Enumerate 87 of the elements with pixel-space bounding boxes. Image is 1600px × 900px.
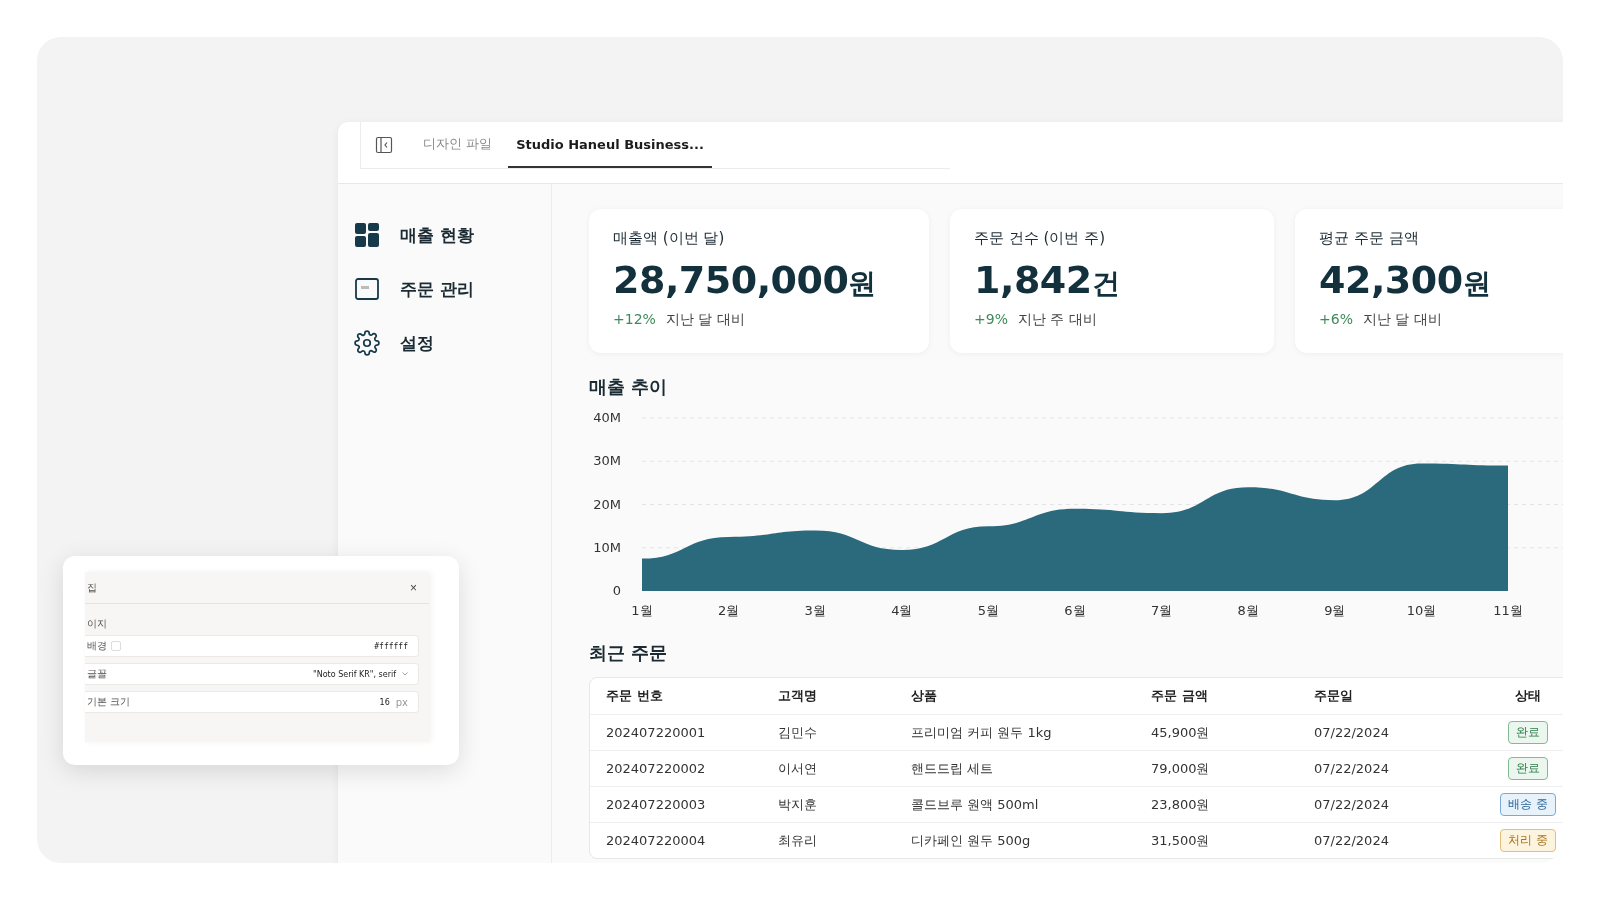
axis-label: 10월 xyxy=(1406,603,1437,618)
sidebar-label: 매출 현황 xyxy=(400,223,474,247)
column-header: 주문일 xyxy=(1314,687,1353,705)
color-swatch[interactable] xyxy=(111,641,121,651)
column-header: 주문 금액 xyxy=(1151,687,1208,705)
axis-label: 30M xyxy=(593,453,621,469)
field-label: 기본 크기 xyxy=(87,695,131,709)
sidebar-label: 설정 xyxy=(400,331,434,355)
table-cell-text: 프리미엄 커피 원두 1kg xyxy=(911,723,1053,742)
stat-value: 42,300원 xyxy=(1319,257,1492,304)
close-button[interactable]: × xyxy=(410,580,417,595)
axis-label: 2월 xyxy=(717,603,740,618)
status-badge: 완료 xyxy=(1508,721,1548,744)
change-note: 지난 달 대비 xyxy=(1362,311,1442,330)
status-badge: 처리 중 xyxy=(1500,829,1556,852)
table-cell-text: 202407220002 xyxy=(606,761,707,776)
column-header: 주문 번호 xyxy=(606,687,663,705)
table-cell-text: 최유리 xyxy=(778,831,818,850)
sidebar-label: 주문 관리 xyxy=(400,277,474,301)
dialog-title: 집 xyxy=(87,580,97,595)
section-title: 매출 추이 xyxy=(589,375,669,399)
axis-label: 9월 xyxy=(1324,603,1346,618)
tab[interactable]: 디자인 파일 xyxy=(415,122,501,168)
change-note: 지난 주 대비 xyxy=(1017,311,1097,330)
table-cell-text: 202407220001 xyxy=(606,725,707,740)
axis-label: 7월 xyxy=(1150,603,1173,618)
column-header: 고객명 xyxy=(778,687,817,705)
stat-value: 28,750,000원 xyxy=(613,257,877,304)
table-cell-text: 김민수 xyxy=(778,723,818,742)
change-percent: +12% xyxy=(613,311,656,330)
axis-label: 1월 xyxy=(631,603,653,618)
field-label: 배경 xyxy=(87,639,107,653)
section-title: 최근 주문 xyxy=(589,641,669,665)
axis-label: 5월 xyxy=(977,603,1000,618)
stat-value: 1,842건 xyxy=(974,257,1121,304)
sidebar-item[interactable]: 설정 xyxy=(354,330,551,356)
axis-label: 3월 xyxy=(804,603,826,618)
stat-title: 매출액 (이번 달) xyxy=(613,229,726,248)
stat-title: 주문 건수 (이번 주) xyxy=(974,229,1106,248)
change-percent: +6% xyxy=(1319,311,1353,330)
sidebar-item[interactable]: 매출 현황 xyxy=(354,222,551,248)
sidebar-toggle-icon[interactable] xyxy=(375,136,393,154)
status-badge: 완료 xyxy=(1508,757,1548,780)
stat-title: 평균 주문 금액 xyxy=(1319,229,1420,248)
axis-label: 6월 xyxy=(1064,603,1086,618)
axis-label: 40M xyxy=(593,410,621,425)
table-cell-text: 79,000원 xyxy=(1151,759,1211,778)
table-cell-text: 23,800원 xyxy=(1151,795,1211,814)
axis-label: 8월 xyxy=(1237,603,1259,618)
field-label: 글꼴 xyxy=(87,667,107,681)
setting-field[interactable]: 글꼴 "Noto Serif KR", serif xyxy=(85,663,419,685)
field-value: "Noto Serif KR", serif xyxy=(313,669,396,679)
axis-label: 0 xyxy=(612,583,621,598)
axis-label: 10M xyxy=(593,539,621,555)
sidebar-item[interactable]: 주문 관리 xyxy=(354,276,551,302)
caret-icon xyxy=(402,672,408,676)
axis-label: 20M xyxy=(593,496,621,512)
table-cell-text: 07/22/2024 xyxy=(1314,761,1390,776)
field-value: 16 xyxy=(379,697,390,707)
table-cell-text: 07/22/2024 xyxy=(1314,833,1390,848)
setting-field[interactable]: 배경 #ffffff xyxy=(85,635,419,657)
table-cell-text: 박지훈 xyxy=(778,795,818,814)
column-header: 상품 xyxy=(911,687,937,705)
unit-label: px xyxy=(395,696,408,708)
table-cell-text: 45,900원 xyxy=(1151,723,1211,742)
table-cell-text: 디카페인 원두 500g xyxy=(911,831,1032,850)
column-header: 상태 xyxy=(1515,687,1541,705)
axis-label: 11월 xyxy=(1493,603,1523,618)
status-badge: 배송 중 xyxy=(1500,793,1556,816)
dashboard-icon xyxy=(354,222,380,248)
table-cell-text: 202407220004 xyxy=(606,833,707,848)
tab[interactable]: Studio Haneul Business... xyxy=(508,122,712,168)
table-cell-text: 콜드브루 원액 500ml xyxy=(911,795,1040,814)
section-label: 이지 xyxy=(87,618,107,629)
table-cell-text: 07/22/2024 xyxy=(1314,797,1390,812)
table-cell-text: 이서연 xyxy=(778,759,818,778)
field-value: #ffffff xyxy=(374,641,408,651)
settings-icon xyxy=(354,330,380,356)
table-cell-text: 202407220003 xyxy=(606,797,707,812)
table-cell-text: 31,500원 xyxy=(1151,831,1211,850)
table-cell-text: 핸드드립 세트 xyxy=(911,759,995,778)
change-percent: +9% xyxy=(974,311,1008,330)
setting-field[interactable]: 기본 크기 16 px xyxy=(85,691,419,713)
axis-label: 4월 xyxy=(891,603,913,618)
window-icon xyxy=(354,276,380,302)
table-cell-text: 07/22/2024 xyxy=(1314,725,1390,740)
change-note: 지난 달 대비 xyxy=(665,311,745,330)
